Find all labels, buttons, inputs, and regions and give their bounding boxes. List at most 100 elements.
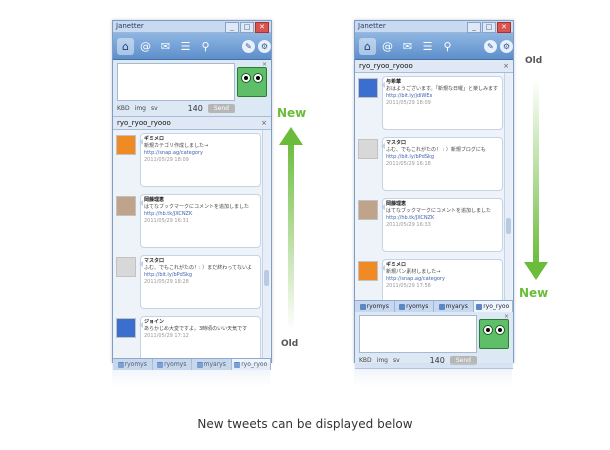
user-avatar[interactable] xyxy=(358,200,378,220)
tweet-item[interactable]: ジョイン あらかじめ大変ですよ。3時頃のいい天気です 2011/05/29 17… xyxy=(116,316,261,358)
timeline[interactable]: ギミメロ 新規カテゴリ作成しました→ http://snap.ag/catego… xyxy=(113,130,271,358)
window-title: Janetter xyxy=(116,22,144,30)
panel-close[interactable]: × xyxy=(261,117,267,129)
tweet-author[interactable]: 岡藤理恵 xyxy=(386,201,499,208)
tweet-meta: 2011/05/29 18:09 xyxy=(386,100,431,106)
tweet-link[interactable]: http://hb.tk/JXCNZK xyxy=(386,215,499,222)
window-title: Janetter xyxy=(358,22,386,30)
tab-ryomys-1[interactable]: ryomys xyxy=(355,301,395,312)
char-count: 140 xyxy=(187,103,203,113)
tweet-meta: 2011/05/29 16:18 xyxy=(386,161,431,167)
user-avatar[interactable] xyxy=(116,196,136,216)
tweet-author[interactable]: ギミメロ xyxy=(386,262,499,269)
user-avatar[interactable] xyxy=(358,261,378,281)
tweet-link[interactable]: http://bit.ly/bPdSkg xyxy=(386,154,499,161)
tweet-item[interactable]: 岡藤理恵 はてなブックマークにコメントを追加しました http://hb.tk/… xyxy=(358,198,503,256)
panel-title: ryo_ryoo_ryooo xyxy=(117,119,171,127)
at-icon[interactable]: @ xyxy=(137,38,154,55)
tweet-text: はてなブックマークにコメントを追加しました xyxy=(386,208,492,214)
tweet-meta: 2011/05/29 18:28 xyxy=(144,279,189,285)
tweet-item[interactable]: 岡藤理恵 はてなブックマークにコメントを追加しました http://hb.tk/… xyxy=(116,194,261,252)
tweet-item[interactable]: マスタ口 ふむ、でもこれがたの！: ）まだ終わってないよ http://bit.… xyxy=(116,255,261,313)
arrows-overlay xyxy=(279,80,548,330)
old-label-right: Old xyxy=(525,56,543,66)
tweet-author[interactable]: ギミメロ xyxy=(144,136,257,143)
home-icon[interactable]: ⌂ xyxy=(117,37,134,55)
tweet-author[interactable]: 与希華 xyxy=(386,79,499,86)
down-arrow xyxy=(524,80,548,280)
tab-ryo-ryoo[interactable]: ryo_ryoo xyxy=(473,301,513,312)
caption: New tweets can be displayed below xyxy=(197,417,413,431)
scrollbar[interactable] xyxy=(262,130,270,358)
tab-ryomys-2[interactable]: ryomys xyxy=(395,301,434,312)
tweet-meta: 2011/05/29 16:31 xyxy=(144,218,189,224)
send-button[interactable]: Send xyxy=(207,103,235,113)
new-label-left: New xyxy=(277,106,307,120)
tweet-text: あらかじめ大変ですよ。3時頃のいい天気です xyxy=(144,326,248,332)
tweet-text: ふむ、でもこれがたの！: ）まだ終わってないよ xyxy=(144,265,252,271)
maximize-button[interactable]: □ xyxy=(482,22,496,33)
user-avatar[interactable] xyxy=(116,135,136,155)
close-button[interactable]: ✕ xyxy=(255,22,269,33)
tweet-text: 新規パン素材しました→ xyxy=(386,269,441,275)
tweet-item[interactable]: マスタ口 ふむ、でもこれがたの！ : ）新規ブログにも http://bit.l… xyxy=(358,137,503,195)
tweet-author[interactable]: 岡藤理恵 xyxy=(144,197,257,204)
tweet-link[interactable]: http://snap.ag/category xyxy=(386,276,499,283)
user-avatar[interactable] xyxy=(116,257,136,277)
at-icon[interactable]: @ xyxy=(379,38,396,55)
toolbar: ⌂ @ ✉ ☰ ⚲ ✎ ⚙ xyxy=(355,33,513,60)
tweet-link[interactable]: http://hb.tk/JXCNZK xyxy=(144,211,257,218)
minimize-button[interactable]: _ xyxy=(225,22,239,33)
tweet-author[interactable]: マスタ口 xyxy=(144,258,257,265)
list-icon[interactable]: ☰ xyxy=(419,38,436,55)
panel-header: ryo_ryoo_ryooo × xyxy=(113,117,271,130)
tweet-link[interactable]: http://snap.ag/category xyxy=(144,150,257,157)
panel-title: ryo_ryoo_ryooo xyxy=(359,62,413,70)
janetter-window-right: Janetter _ □ ✕ ⌂ @ ✉ ☰ ⚲ ✎ ⚙ ryo_ryoo_ry… xyxy=(354,20,514,369)
tweet-meta: 2011/05/29 16:33 xyxy=(386,222,431,228)
panel-close[interactable]: × xyxy=(503,60,509,72)
tweet-link[interactable]: http://bit.ly/bPdSkg xyxy=(144,272,257,279)
mail-icon[interactable]: ✉ xyxy=(157,38,174,55)
window-reflection xyxy=(112,363,270,387)
toolbar: ⌂ @ ✉ ☰ ⚲ ✎ ⚙ xyxy=(113,33,271,60)
tweet-author[interactable]: マスタ口 xyxy=(386,140,499,147)
user-avatar[interactable] xyxy=(358,139,378,159)
edit-icon[interactable]: ✎ xyxy=(242,39,255,53)
close-button[interactable]: ✕ xyxy=(497,22,511,33)
user-avatar[interactable] xyxy=(358,78,378,98)
tweet-input[interactable] xyxy=(359,315,477,353)
old-label-left: Old xyxy=(281,339,299,349)
search-icon[interactable]: ⚲ xyxy=(197,38,214,55)
up-arrow xyxy=(279,127,303,330)
avatar xyxy=(237,67,267,97)
list-icon[interactable]: ☰ xyxy=(177,38,194,55)
mail-icon[interactable]: ✉ xyxy=(399,38,416,55)
timeline[interactable]: 与希華 おはようございます。「新規な日曜」と楽しみます http://bit.l… xyxy=(355,73,513,300)
kbd-tool[interactable]: KBD xyxy=(117,105,130,112)
tweet-item[interactable]: ギミメロ 新規カテゴリ作成しました→ http://snap.ag/catego… xyxy=(116,133,261,191)
user-avatar[interactable] xyxy=(116,318,136,338)
tweet-meta: 2011/05/29 17:12 xyxy=(144,333,189,339)
title-bar: Janetter _ □ ✕ xyxy=(113,21,271,33)
panel-header: ryo_ryoo_ryooo × xyxy=(355,60,513,73)
gear-icon[interactable]: ⚙ xyxy=(258,39,271,53)
edit-icon[interactable]: ✎ xyxy=(484,39,497,53)
gear-icon[interactable]: ⚙ xyxy=(500,39,513,53)
tweet-text: ふむ、でもこれがたの！ : ）新規ブログにも xyxy=(386,147,486,153)
search-icon[interactable]: ⚲ xyxy=(439,38,456,55)
scrollbar[interactable] xyxy=(504,73,512,300)
compose-area: × KBD img sv 140 Send xyxy=(355,312,513,369)
maximize-button[interactable]: □ xyxy=(240,22,254,33)
home-icon[interactable]: ⌂ xyxy=(359,37,376,55)
tweet-input[interactable] xyxy=(117,63,235,101)
minimize-button[interactable]: _ xyxy=(467,22,481,33)
tab-myarys[interactable]: myarys xyxy=(434,301,474,312)
save-tool[interactable]: sv xyxy=(151,105,158,112)
tweet-item[interactable]: ギミメロ 新規パン素材しました→ http://snap.ag/category… xyxy=(358,259,503,300)
image-tool[interactable]: img xyxy=(135,105,146,112)
tweet-link[interactable]: http://bit.ly/jdiWEx xyxy=(386,93,499,100)
tweet-text: はてなブックマークにコメントを追加しました xyxy=(144,204,250,210)
tweet-item[interactable]: 与希華 おはようございます。「新規な日曜」と楽しみます http://bit.l… xyxy=(358,76,503,134)
tweet-author[interactable]: ジョイン xyxy=(144,319,257,326)
